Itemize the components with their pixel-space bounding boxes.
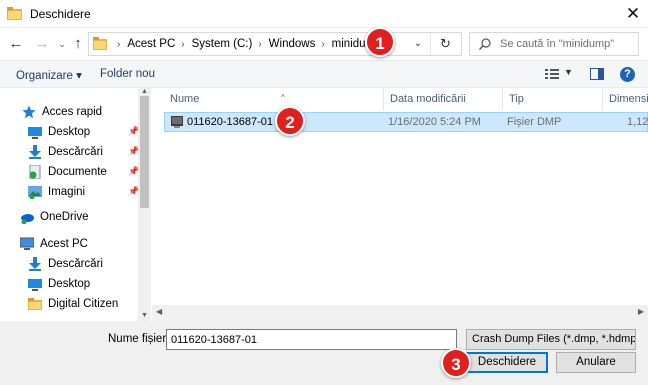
nav-item-quick-access[interactable]: Acces rapid: [22, 102, 151, 122]
breadcrumb: › Acest PC › System (C:) › Windows › min…: [111, 37, 382, 51]
download-icon: [29, 145, 41, 159]
dump-file-icon: [171, 116, 183, 128]
file-size: 1,126: [627, 116, 648, 128]
breadcrumb-item[interactable]: System (C:): [192, 38, 253, 50]
search-input[interactable]: [500, 36, 635, 52]
filetype-select[interactable]: Crash Dump Files (*.dmp, *.hdmp: [466, 329, 636, 350]
organize-button[interactable]: Organizare ▾: [16, 68, 82, 82]
chevron-right-icon: ›: [181, 38, 185, 50]
nav-label: Imagini: [48, 186, 86, 198]
folder-icon: [28, 298, 42, 310]
nav-label: Desktop: [48, 278, 91, 290]
help-icon[interactable]: ?: [620, 67, 635, 82]
title-bar: Deschidere ✕: [0, 0, 648, 28]
preview-pane-icon[interactable]: [590, 68, 604, 80]
nav-item-digital-citizen[interactable]: Digital Citizen: [28, 294, 151, 314]
search-box[interactable]: [469, 32, 639, 56]
nav-label: Descărcări: [48, 258, 103, 270]
search-icon: [479, 38, 491, 50]
step-badge: 3: [441, 348, 471, 378]
scroll-down-icon[interactable]: ▼: [138, 311, 151, 321]
scroll-up-icon[interactable]: ▲: [138, 88, 151, 96]
column-label: Data modificării: [390, 93, 466, 105]
file-date: 1/16/2020 5:24 PM: [388, 116, 481, 128]
horizontal-scrollbar[interactable]: ◀ ▶: [152, 305, 648, 321]
folder-icon: [93, 37, 107, 50]
nav-item-desktop-pc[interactable]: Desktop: [28, 274, 151, 294]
nav-item-onedrive[interactable]: OneDrive: [20, 207, 151, 227]
breadcrumb-item[interactable]: Acest PC: [127, 38, 175, 50]
folder-app-icon: [7, 7, 22, 20]
column-label: Dimensiu: [609, 93, 648, 105]
file-type: Fișier DMP: [507, 116, 562, 128]
nav-label: Descărcări: [48, 146, 103, 158]
view-options-icon[interactable]: [545, 69, 559, 80]
dialog-footer: Nume fișier: Crash Dump Files (*.dmp, *.…: [0, 321, 648, 385]
new-folder-button[interactable]: Folder nou: [100, 68, 155, 80]
toolbar: Organizare ▾ Folder nou ▼ ?: [0, 60, 648, 88]
forward-arrow-icon[interactable]: →: [34, 35, 50, 53]
refresh-icon[interactable]: ↻: [430, 33, 460, 55]
filename-label: Nume fișier:: [108, 333, 170, 345]
cloud-icon: [21, 214, 34, 224]
column-header-name[interactable]: Nume ^: [164, 88, 384, 110]
desktop-icon: [28, 127, 42, 139]
nav-item-pictures[interactable]: Imagini 📌: [28, 182, 151, 202]
table-row[interactable]: 011620-13687-01 1/16/2020 5:24 PM Fișier…: [164, 112, 648, 132]
chevron-right-icon: ›: [321, 38, 325, 50]
scroll-left-icon[interactable]: ◀: [156, 307, 162, 316]
up-arrow-icon[interactable]: ↑: [70, 35, 86, 53]
step-badge: 2: [275, 106, 305, 136]
address-bar[interactable]: › Acest PC › System (C:) › Windows › min…: [88, 32, 462, 56]
nav-label: Acest PC: [40, 238, 88, 250]
star-icon: [22, 105, 36, 119]
column-label: Nume: [170, 93, 200, 105]
scrollbar-thumb[interactable]: [140, 96, 149, 208]
nav-item-downloads[interactable]: Descărcări 📌: [28, 142, 151, 162]
column-header-size[interactable]: Dimensiu: [603, 88, 648, 110]
step-badge: 1: [365, 27, 395, 57]
chevron-down-icon[interactable]: ⌄: [409, 36, 427, 52]
chevron-right-icon: ›: [258, 38, 262, 50]
window-title: Deschidere: [30, 7, 91, 21]
nav-item-downloads-pc[interactable]: Descărcări: [28, 254, 151, 274]
close-button[interactable]: ✕: [618, 0, 648, 28]
chevron-right-icon: ›: [117, 38, 121, 50]
filename-input[interactable]: [166, 329, 457, 350]
breadcrumb-item[interactable]: Windows: [269, 38, 316, 50]
back-arrow-icon[interactable]: ←: [8, 35, 24, 53]
computer-icon: [20, 237, 34, 250]
recent-dropdown-icon[interactable]: ⌄: [54, 35, 70, 53]
nav-label: Digital Citizen: [48, 298, 119, 310]
desktop-icon: [28, 279, 42, 291]
nav-label: Desktop: [48, 126, 91, 138]
nav-item-documents[interactable]: Documente 📌: [28, 162, 151, 182]
pictures-icon: [28, 186, 42, 199]
address-row: ← → ⌄ ↑ › Acest PC › System (C:) › Windo…: [0, 28, 648, 60]
nav-scrollbar[interactable]: ▲ ▼: [138, 88, 151, 321]
nav-item-desktop[interactable]: Desktop 📌: [28, 122, 151, 142]
column-label: Tip: [509, 93, 524, 105]
nav-label: Documente: [48, 166, 107, 178]
file-name: 011620-13687-01: [187, 116, 274, 128]
view-dropdown-icon[interactable]: ▼: [564, 67, 573, 77]
download-icon: [29, 257, 41, 271]
nav-item-this-pc[interactable]: Acest PC: [20, 234, 151, 254]
file-list: Nume ^ Data modificării Tip Dimensiu 011…: [152, 88, 648, 321]
open-button[interactable]: Deschidere: [466, 352, 548, 373]
documents-icon: [29, 165, 41, 179]
column-header-date[interactable]: Data modificării: [384, 88, 503, 110]
cancel-button[interactable]: Anulare: [556, 352, 636, 373]
scroll-right-icon[interactable]: ▶: [638, 307, 644, 316]
nav-label: OneDrive: [40, 211, 89, 223]
navigation-pane: Acces rapid Desktop 📌 Descărcări 📌 Docum…: [0, 88, 151, 321]
column-header-type[interactable]: Tip: [503, 88, 603, 110]
nav-label: Acces rapid: [42, 106, 103, 118]
